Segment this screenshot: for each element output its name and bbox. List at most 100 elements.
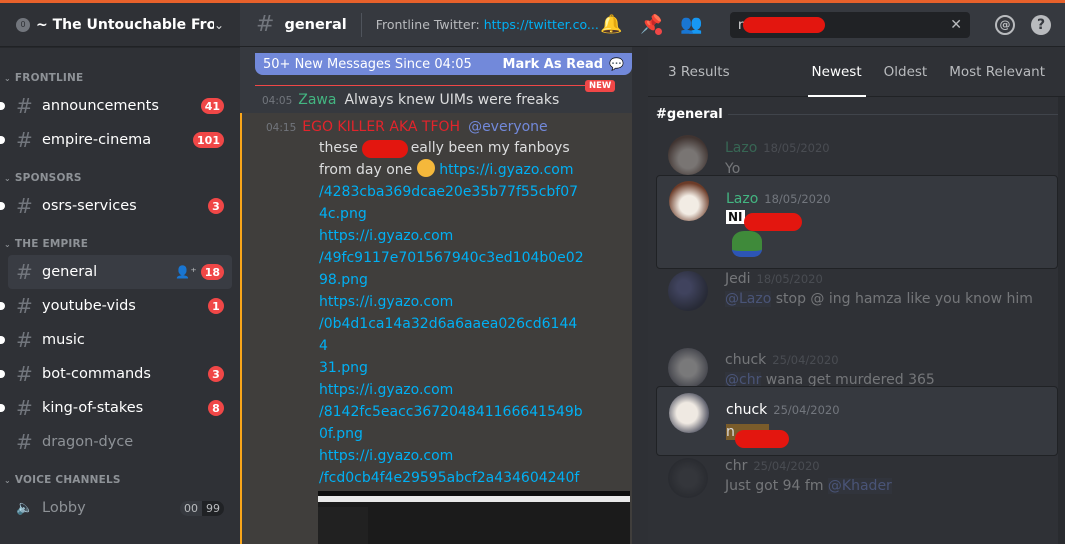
channel-topic[interactable]: Frontline Twitter: https://twitter.co...: [376, 17, 616, 32]
sidebar-item-music[interactable]: # music: [0, 323, 232, 357]
category-voice-channels[interactable]: ⌄ VOICE CHANNELS: [0, 469, 240, 491]
everyone-mention[interactable]: @everyone: [468, 119, 548, 135]
gyazo-link[interactable]: https://i.gyazo.com: [319, 445, 584, 467]
author-name: Lazo: [725, 140, 758, 156]
avatar: [668, 271, 708, 311]
help-icon[interactable]: ?: [1031, 14, 1051, 35]
avatar: [668, 458, 708, 498]
search-input[interactable]: n ✕: [730, 12, 970, 38]
message-text: from day one: [319, 162, 413, 178]
results-header: 3 Results Newest Oldest Most Relevant: [648, 47, 1065, 97]
server-header[interactable]: 0 ~ The Untouchable Fro... ⌄: [0, 3, 240, 47]
avatar: [668, 135, 708, 175]
create-invite-icon[interactable]: 👤⁺: [175, 265, 196, 279]
gyazo-link[interactable]: https://i.gyazo.com: [319, 291, 584, 313]
sidebar-item-empire-cinema[interactable]: # empire-cinema 101: [0, 123, 232, 157]
user-mention: @Lazo: [725, 291, 772, 307]
new-messages-bar[interactable]: 50+ New Messages Since 04:05 Mark As Rea…: [255, 53, 632, 75]
divider: [728, 114, 1058, 115]
hash-icon: #: [16, 328, 33, 352]
author-name: Lazo: [726, 191, 759, 207]
hash-icon: #: [16, 294, 33, 318]
search-result[interactable]: Lazo 18/05/2020 NI: [656, 175, 1058, 269]
close-icon[interactable]: ✕: [950, 17, 962, 33]
result-date: 18/05/2020: [756, 272, 823, 286]
sidebar-item-lobby[interactable]: 🔈 Lobby 00 99: [8, 491, 232, 525]
gyazo-link[interactable]: /fcd0cb4f4e29595abcf2a434604240f: [319, 467, 584, 489]
channel-name: bot-commands: [42, 366, 151, 382]
gyazo-link[interactable]: /4283cba369dcae20e35b77f55cbf07: [319, 181, 584, 203]
message: 04:05 Zawa Always knew UIMs were freaks: [262, 92, 559, 108]
chat-scrollbar[interactable]: [632, 47, 648, 544]
category-sponsors[interactable]: ⌄ SPONSORS: [0, 167, 240, 189]
unread-indicator: [0, 404, 5, 412]
chevron-down-icon: ⌄: [4, 239, 11, 249]
sidebar-item-bot-commands[interactable]: # bot-commands 3: [0, 357, 232, 391]
chat-area: # general Frontline Twitter: https://twi…: [240, 3, 1065, 544]
category-label: FRONTLINE: [14, 72, 84, 84]
channel-sidebar: 0 ~ The Untouchable Fro... ⌄ ⌄ FRONTLINE …: [0, 3, 240, 544]
mention-badge: 3: [208, 366, 224, 382]
sort-tab-oldest[interactable]: Oldest: [884, 64, 928, 80]
gyazo-link[interactable]: 0f.png: [319, 423, 584, 445]
gyazo-link[interactable]: https://i.gyazo.com: [319, 379, 584, 401]
channel-name: Lobby: [42, 500, 86, 516]
member-list-icon[interactable]: 👥: [680, 14, 702, 35]
channel-name: youtube-vids: [42, 298, 136, 314]
message-line: these ni eally been my fanboys: [319, 137, 584, 159]
result-channel-label[interactable]: #general: [656, 107, 723, 122]
gyazo-link[interactable]: /0b4d1ca14a32d6a6aaea026cd61444: [319, 313, 584, 357]
message-time: 04:05: [262, 95, 293, 107]
message-text: Always knew UIMs were freaks: [344, 92, 560, 108]
hash-icon: #: [16, 430, 33, 454]
search-result-context: chuck 25/04/2020 @chr wana get murdered 3…: [656, 348, 1058, 388]
category-the-empire[interactable]: ⌄ THE EMPIRE: [0, 233, 240, 255]
mentions-icon[interactable]: @: [995, 14, 1015, 35]
gyazo-link[interactable]: /8142fc5eacc367204841166641549b: [319, 401, 584, 423]
gyazo-link[interactable]: /49fc9117e701567940c3ed104b0e02: [319, 247, 584, 269]
sidebar-item-osrs-services[interactable]: # osrs-services 3: [0, 189, 232, 223]
chevron-down-icon: ⌄: [4, 173, 11, 183]
sort-tab-most-relevant[interactable]: Most Relevant: [949, 64, 1045, 80]
channel-name: music: [42, 332, 85, 348]
gyazo-link[interactable]: 98.png: [319, 269, 584, 291]
bell-icon[interactable]: 🔔: [600, 14, 622, 35]
search-result[interactable]: chuck 25/04/2020 n: [656, 386, 1058, 456]
sidebar-item-general[interactable]: # general 👤⁺ 18: [8, 255, 232, 289]
topic-link[interactable]: https://twitter.co...: [484, 17, 599, 32]
new-messages-text: 50+ New Messages Since 04:05: [263, 56, 472, 72]
gyazo-link[interactable]: https://i.gyazo.com: [319, 225, 584, 247]
embedded-screenshot[interactable]: [318, 491, 630, 544]
message-author[interactable]: EGO KILLER AKA TFOH: [302, 119, 460, 135]
server-name: ~ The Untouchable Fro...: [36, 16, 214, 33]
hash-icon: #: [16, 396, 33, 420]
unread-indicator: [0, 336, 5, 344]
channel-name: dragon-dyce: [42, 434, 134, 450]
mention-badge: 1: [208, 298, 224, 314]
category-label: VOICE CHANNELS: [14, 474, 121, 486]
mark-as-read-button[interactable]: Mark As Read: [503, 57, 604, 72]
message-author[interactable]: Zawa: [298, 92, 336, 108]
result-date: 25/04/2020: [773, 403, 840, 417]
mention-badge: 41: [200, 98, 224, 114]
sidebar-item-announcements[interactable]: # announcements 41: [0, 89, 232, 123]
hash-icon: #: [16, 260, 33, 284]
voice-user-count: 00 99: [180, 500, 224, 516]
category-frontline[interactable]: ⌄ FRONTLINE: [0, 67, 240, 89]
gyazo-link[interactable]: 4c.png: [319, 203, 584, 225]
avatar: [669, 181, 709, 221]
gyazo-link[interactable]: 31.png: [319, 357, 584, 379]
sidebar-item-dragon-dyce[interactable]: # dragon-dyce: [8, 425, 232, 459]
results-scrollbar[interactable]: [1058, 97, 1065, 544]
gyazo-link[interactable]: https://i.gyazo.com: [439, 162, 573, 178]
unread-indicator: [0, 102, 5, 110]
sidebar-item-king-of-stakes[interactable]: # king-of-stakes 8: [0, 391, 232, 425]
chevron-down-icon[interactable]: ⌄: [214, 18, 224, 32]
redaction-mark: [735, 430, 789, 448]
sidebar-item-youtube-vids[interactable]: # youtube-vids 1: [0, 289, 232, 323]
sort-tab-newest[interactable]: Newest: [807, 64, 866, 97]
hash-icon: #: [16, 94, 33, 118]
pin-icon[interactable]: 📌: [640, 14, 662, 35]
result-text-emote: NI: [726, 210, 745, 224]
category-label: THE EMPIRE: [14, 238, 89, 250]
